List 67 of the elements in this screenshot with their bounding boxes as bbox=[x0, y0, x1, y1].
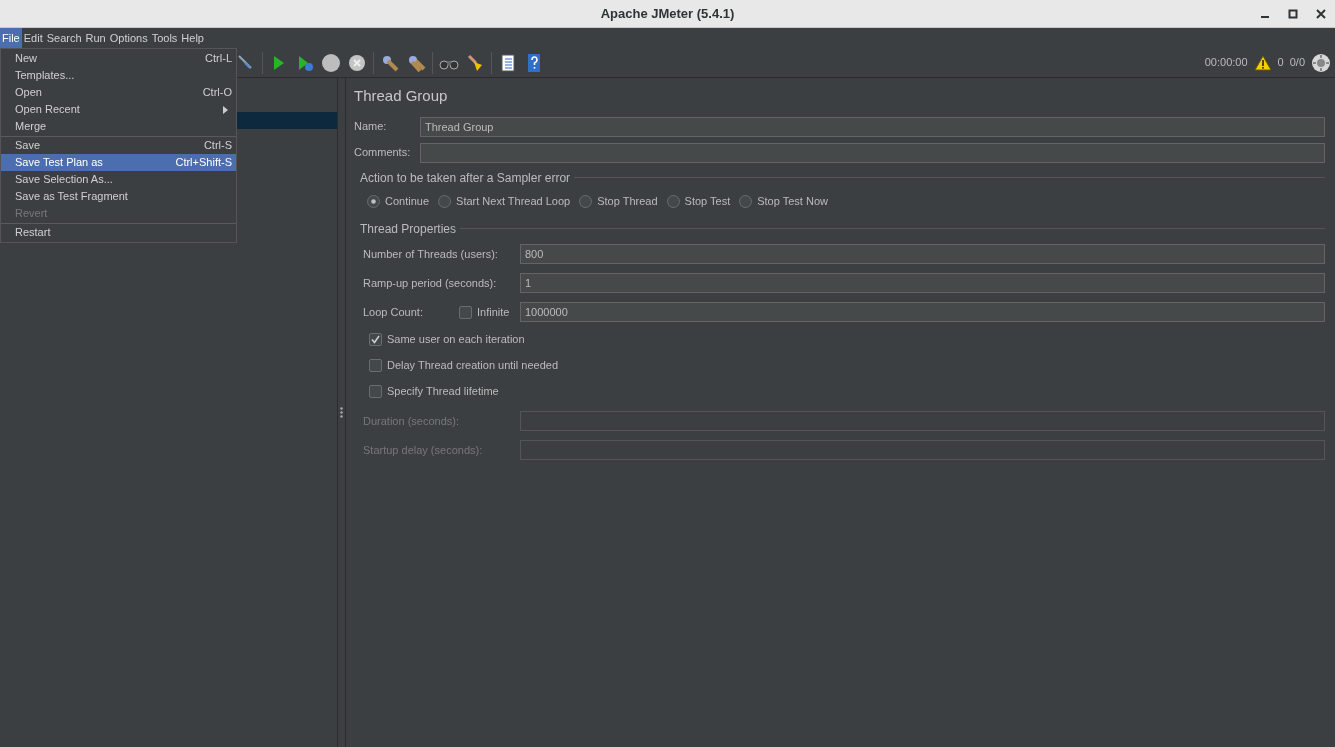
menu-option[interactable]: Save Ctrl-S bbox=[1, 137, 236, 154]
checkbox-icon[interactable] bbox=[369, 333, 382, 346]
radio-button-icon[interactable] bbox=[579, 195, 593, 208]
checkbox-option[interactable]: Delay Thread creation until needed bbox=[363, 352, 559, 379]
radio-button-icon[interactable] bbox=[367, 195, 380, 208]
menu-item[interactable]: Options bbox=[107, 28, 150, 48]
radio-button-icon[interactable] bbox=[666, 195, 680, 208]
menu-option[interactable]: Save Test Plan as Ctrl+Shift-S bbox=[1, 154, 236, 171]
radio-option[interactable]: Start Next Thread Loop bbox=[438, 193, 571, 210]
section-legend: Action to be taken after a Sampler error bbox=[360, 168, 575, 187]
text-field[interactable]: 1000000 bbox=[520, 302, 1325, 322]
checkbox-option[interactable]: Infinite bbox=[459, 303, 520, 321]
radio-button-icon[interactable] bbox=[438, 195, 452, 208]
menu-option[interactable]: Open Ctrl-O bbox=[1, 84, 236, 101]
field-label: Comments: bbox=[354, 145, 412, 161]
menu-option[interactable]: Save as Test Fragment bbox=[1, 188, 236, 205]
list-icon[interactable] bbox=[498, 52, 518, 73]
text-field[interactable]: 1 bbox=[520, 273, 1325, 293]
text-field[interactable]: Thread Group bbox=[420, 116, 1325, 137]
radio-option[interactable]: Stop Test bbox=[666, 193, 731, 210]
shortcut-label: Ctrl-L bbox=[205, 51, 232, 67]
panel-title: Thread Group bbox=[354, 86, 449, 106]
section-legend: Thread Properties bbox=[360, 219, 461, 238]
field-label: Loop Count: bbox=[363, 304, 424, 320]
text-field[interactable]: 800 bbox=[520, 244, 1325, 264]
menu-option[interactable]: New Ctrl-L bbox=[1, 50, 236, 67]
menu-option[interactable]: Open Recent bbox=[1, 101, 236, 118]
menu-item[interactable]: Search bbox=[44, 28, 84, 48]
menu-item[interactable]: Run bbox=[83, 28, 108, 48]
shortcut-label: Ctrl-S bbox=[203, 138, 232, 154]
status-circle-icon[interactable] bbox=[1311, 52, 1331, 73]
checkbox-option[interactable]: Same user on each iteration bbox=[363, 326, 525, 353]
close-icon[interactable] bbox=[1315, 7, 1327, 20]
shutdown-icon[interactable] bbox=[347, 52, 367, 73]
menu-item[interactable]: Tools bbox=[149, 28, 180, 48]
stop-icon[interactable] bbox=[321, 52, 341, 73]
radio-option[interactable]: Stop Test Now bbox=[739, 193, 828, 210]
shortcut-label: Ctrl-O bbox=[202, 85, 232, 101]
splitter-handle[interactable] bbox=[337, 78, 346, 747]
menu-option[interactable]: Save Selection As... bbox=[1, 171, 236, 188]
menu-option[interactable]: Merge bbox=[1, 118, 236, 137]
checkbox-option[interactable]: Specify Thread lifetime bbox=[363, 378, 499, 405]
menu-option[interactable]: Restart bbox=[1, 224, 236, 241]
menu-item[interactable]: Help bbox=[179, 28, 206, 48]
window-title: Apache JMeter (5.4.1) bbox=[600, 4, 735, 23]
warning-icon[interactable] bbox=[1253, 54, 1272, 71]
radio-option[interactable]: Stop Thread bbox=[579, 193, 658, 210]
checkbox-icon[interactable] bbox=[369, 385, 382, 398]
thread-count: 0/0 bbox=[1289, 55, 1305, 71]
field-label: Duration (seconds): bbox=[363, 413, 460, 429]
field-label: Ramp-up period (seconds): bbox=[363, 275, 498, 291]
grip-icon[interactable] bbox=[340, 407, 343, 418]
menu-item[interactable]: Edit bbox=[21, 28, 45, 48]
broom-icon[interactable] bbox=[465, 52, 485, 73]
elapsed-time: 00:00:00 bbox=[1204, 55, 1248, 71]
maximize-icon[interactable] bbox=[1287, 7, 1299, 20]
field-label: Name: bbox=[354, 119, 388, 135]
checkbox-icon[interactable] bbox=[369, 359, 382, 372]
menu-item[interactable]: File bbox=[0, 28, 22, 48]
field-label: Number of Threads (users): bbox=[363, 246, 499, 262]
warning-count: 0 bbox=[1277, 55, 1284, 71]
menu-option[interactable]: Templates... bbox=[1, 67, 236, 84]
checkbox-icon[interactable] bbox=[459, 305, 472, 319]
radio-option[interactable]: Continue bbox=[367, 193, 430, 210]
text-field[interactable] bbox=[420, 142, 1325, 163]
radio-button-icon[interactable] bbox=[739, 195, 753, 208]
shortcut-label: Ctrl+Shift-S bbox=[175, 155, 232, 171]
